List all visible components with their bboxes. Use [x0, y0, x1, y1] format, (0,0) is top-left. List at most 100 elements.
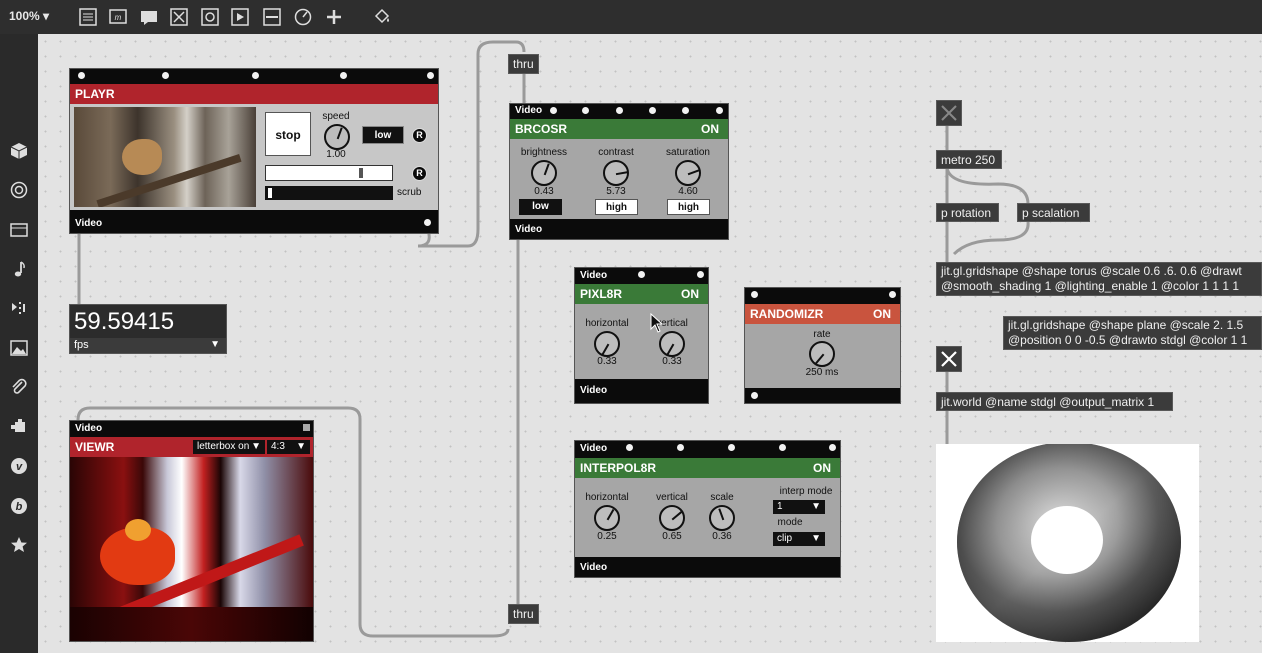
horizontal-dial[interactable] [594, 331, 620, 357]
toggle-on[interactable] [936, 346, 962, 372]
letterbox-menu[interactable]: letterbox on ▼ [193, 440, 265, 454]
interpol8r-on-toggle[interactable]: ON [813, 458, 831, 478]
brightness-range-button[interactable]: low [519, 199, 562, 215]
sequencer-icon[interactable] [9, 298, 29, 318]
contrast-range-button[interactable]: high [595, 199, 638, 215]
inlet[interactable] [649, 107, 656, 114]
video-strip-icon[interactable] [9, 220, 29, 240]
beap-icon[interactable]: b [9, 496, 29, 516]
playback-icon[interactable] [230, 7, 250, 27]
saturation-range-button[interactable]: high [667, 199, 710, 215]
inlet[interactable] [550, 107, 557, 114]
contrast-dial[interactable] [603, 160, 629, 186]
video-outlet-label: Video [580, 385, 608, 396]
inlet[interactable] [340, 72, 347, 79]
metro-object[interactable]: metro 250 [936, 150, 1002, 169]
randomizr-title[interactable]: RANDOMIZR ON [745, 304, 900, 324]
outlet[interactable] [751, 392, 758, 399]
scale-dial[interactable] [709, 505, 735, 531]
playr-title[interactable]: PLAYR [70, 84, 438, 104]
inlet[interactable] [638, 271, 645, 278]
inlet[interactable] [582, 107, 589, 114]
cube-icon[interactable] [9, 141, 29, 161]
inlet[interactable] [78, 72, 85, 79]
pixl8r-name: PIXL8R [580, 287, 623, 301]
vimeo-icon[interactable]: v [9, 456, 29, 476]
pixl8r-title[interactable]: PIXL8R ON [575, 284, 708, 304]
target-icon[interactable] [9, 180, 29, 200]
brcosr-panel: brightness 0.43 low contrast 5.73 high s… [510, 139, 728, 219]
resize-handle[interactable] [303, 424, 310, 431]
interpol8r-title[interactable]: INTERPOL8R ON [575, 458, 840, 478]
dial-icon[interactable] [293, 7, 313, 27]
inlet[interactable] [751, 291, 758, 298]
toggle-icon[interactable] [169, 7, 189, 27]
inlet[interactable] [728, 444, 735, 451]
chevron-down-icon: ▼ [296, 441, 306, 452]
inlet[interactable] [427, 72, 434, 79]
inlet[interactable] [616, 107, 623, 114]
interp-mode-menu[interactable]: 1 ▼ [773, 500, 825, 514]
outlet[interactable] [424, 219, 431, 226]
image-icon[interactable] [9, 338, 29, 358]
fps-unit-menu[interactable]: fps ▼ [70, 338, 226, 353]
button-icon[interactable] [200, 7, 220, 27]
inlet[interactable] [829, 444, 836, 451]
thru-object-bottom[interactable]: thru [508, 604, 539, 624]
brcosr-on-toggle[interactable]: ON [701, 119, 719, 139]
slider-handle[interactable] [359, 168, 363, 178]
p-scalation-object[interactable]: p scalation [1017, 203, 1090, 222]
inlet[interactable] [889, 291, 896, 298]
gridshape-torus-object[interactable]: jit.gl.gridshape @shape torus @scale 0.6… [936, 262, 1262, 296]
inlet[interactable] [677, 444, 684, 451]
inlet[interactable] [682, 107, 689, 114]
toggle-off[interactable] [936, 100, 962, 126]
low-button[interactable]: low [362, 126, 404, 144]
chevron-down-icon: ▼ [251, 441, 261, 452]
inlet[interactable] [162, 72, 169, 79]
brightness-dial[interactable] [531, 160, 557, 186]
speed-dial[interactable] [324, 124, 350, 150]
plugin-icon[interactable] [9, 417, 29, 437]
p-rotation-object[interactable]: p rotation [936, 203, 999, 222]
jit-world-object[interactable]: jit.world @name stdgl @output_matrix 1 [936, 392, 1173, 411]
thru-object-top[interactable]: thru [508, 54, 539, 74]
presentation-icon[interactable] [78, 7, 98, 27]
paint-bucket-icon[interactable] [372, 7, 392, 27]
zoom-menu[interactable]: 100% ▾ [9, 9, 49, 23]
inlet[interactable] [697, 271, 704, 278]
scrub-bar[interactable] [265, 186, 393, 200]
pixl8r-on-toggle[interactable]: ON [681, 284, 699, 304]
r-button[interactable]: R [412, 128, 427, 143]
inlet[interactable] [779, 444, 786, 451]
video-inlet-label: Video [515, 105, 543, 116]
mode-menu[interactable]: clip ▼ [773, 532, 825, 546]
vertical-dial[interactable] [659, 505, 685, 531]
comment-box-icon[interactable]: m [108, 7, 128, 27]
horizontal-dial[interactable] [594, 505, 620, 531]
add-icon[interactable] [324, 7, 344, 27]
inlet[interactable] [626, 444, 633, 451]
aspect-menu[interactable]: 4:3 ▼ [267, 440, 310, 454]
gridshape-plane-object[interactable]: jit.gl.gridshape @shape plane @scale 2. … [1003, 316, 1262, 350]
paperclip-icon[interactable] [9, 377, 29, 397]
aspect-value: 4:3 [271, 441, 285, 452]
letterbox-value: letterbox on [197, 441, 250, 452]
brcosr-module: Video BRCOSR ON brightness 0.43 low contr… [509, 103, 729, 240]
rate-dial[interactable] [809, 341, 835, 367]
star-icon[interactable] [9, 535, 29, 555]
position-slider[interactable] [265, 165, 393, 181]
fps-number-display[interactable]: 59.59415 fps ▼ [69, 304, 227, 354]
r-button[interactable]: R [412, 166, 427, 181]
message-icon[interactable] [139, 7, 159, 27]
patcher-canvas[interactable]: PLAYR stop speed 1.00 low R R scrub Vide… [38, 34, 1262, 653]
slider-icon[interactable] [262, 7, 282, 27]
vertical-dial[interactable] [659, 331, 685, 357]
randomizr-on-toggle[interactable]: ON [873, 304, 891, 324]
inlet[interactable] [716, 107, 723, 114]
inlet[interactable] [252, 72, 259, 79]
saturation-dial[interactable] [675, 160, 701, 186]
music-note-icon[interactable] [9, 259, 29, 279]
chevron-down-icon: ▼ [811, 533, 821, 544]
brcosr-title[interactable]: BRCOSR ON [510, 119, 728, 139]
